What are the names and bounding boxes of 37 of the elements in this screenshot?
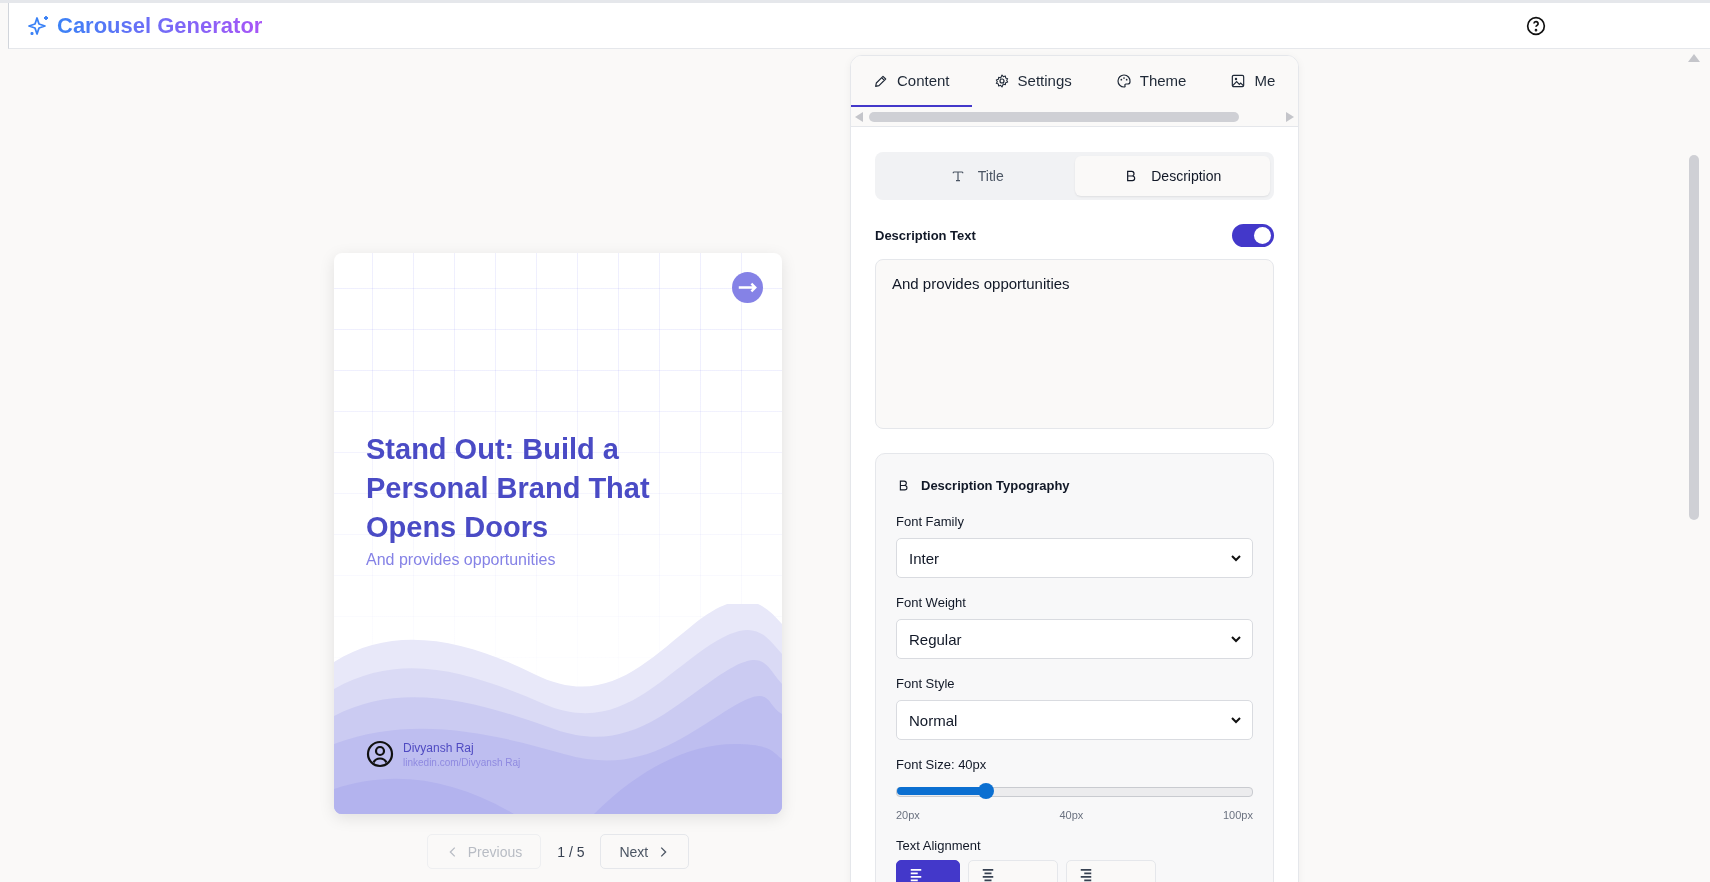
align-right-icon [1079,868,1093,882]
dropdown[interactable]: Regular [896,619,1253,659]
section-tab[interactable]: Title [879,156,1075,196]
section-heading: Description Typography [921,478,1070,493]
slide-title: Stand Out: Build a Personal Brand That Opens Doors [366,432,651,545]
settings-icon [993,72,1010,89]
sparkle-icon [27,13,51,38]
user-icon [366,740,394,768]
toggle-switch[interactable] [1232,224,1274,247]
editor-tab[interactable]: Theme [1093,56,1209,107]
chevron-down-icon [1230,552,1242,564]
description-field[interactable]: And provides opportunities [875,259,1274,429]
align-center-icon [981,868,995,882]
section-tab[interactable]: Description [1074,156,1270,196]
field-label: Font Style [896,676,956,691]
author-name: Divyansh Raj [403,740,475,755]
dropdown[interactable]: Normal [896,700,1253,740]
field-label: Font Size: 40px [896,757,988,772]
field-label: Text Alignment [896,838,982,853]
field-label: Description Text [875,228,976,243]
arrow-right-icon [732,272,763,303]
field-label: Font Weight [896,595,967,610]
slide-description: And provides opportunities [366,551,557,569]
chevron-down-icon [1230,633,1242,645]
help-icon[interactable] [1526,15,1546,36]
chevron-down-icon [1230,714,1242,726]
page-indicator: 1 / 5 [557,843,585,860]
align-left-icon [909,868,923,882]
editor-tab[interactable]: Settings [971,56,1094,107]
tick-label: 100px [1223,809,1253,821]
editor-tab[interactable]: Me [1208,56,1298,107]
dropdown[interactable]: Inter [896,538,1253,578]
next-button[interactable]: Next [600,834,690,869]
editor-tab[interactable]: Content [851,56,972,107]
tick-label: 40px [1059,809,1084,821]
tick-label: 20px [896,809,920,821]
field-label: Font Family [896,514,965,529]
